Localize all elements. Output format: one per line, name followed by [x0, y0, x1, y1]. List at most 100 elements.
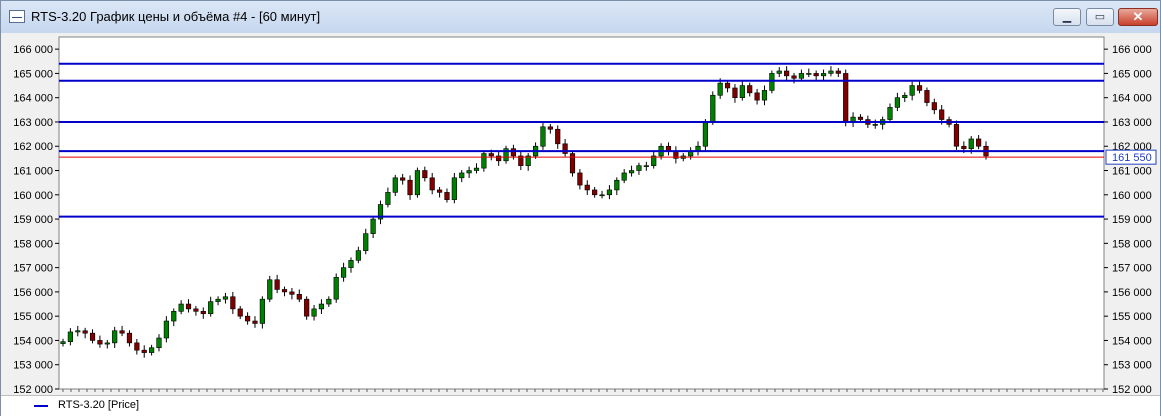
- candle-body: [636, 165, 642, 171]
- candle-body: [976, 138, 982, 147]
- candle-body: [968, 138, 974, 149]
- candle-body: [436, 189, 443, 193]
- y-tick-label-left: 154 000: [13, 335, 53, 347]
- candle-body: [429, 177, 435, 191]
- candle-body: [112, 330, 118, 344]
- candle-body: [953, 124, 960, 147]
- minimize-button[interactable]: ▁: [1053, 8, 1081, 26]
- candle-body: [444, 192, 450, 200]
- candle-body: [628, 170, 635, 174]
- candle-body: [341, 267, 347, 278]
- maximize-button[interactable]: ▭: [1086, 8, 1114, 26]
- chart-window-icon: [9, 10, 25, 23]
- legend-series-line: [34, 405, 48, 407]
- legend-series-label: RTS-3.20 [Price]: [58, 399, 140, 411]
- y-tick-label-left: 164 000: [13, 93, 53, 105]
- y-tick-label-right: 157 000: [1112, 263, 1152, 275]
- candle-body: [215, 298, 221, 302]
- y-tick-label-right: 154 000: [1112, 335, 1152, 347]
- candle-body: [643, 165, 649, 167]
- candle-body: [791, 75, 797, 79]
- candle-body: [835, 70, 841, 74]
- candle-body: [584, 184, 590, 191]
- candle-body: [407, 179, 413, 196]
- candle-body: [813, 73, 819, 77]
- candle-body: [245, 315, 251, 322]
- candle-body: [311, 308, 317, 317]
- y-tick-label-left: 163 000: [13, 117, 53, 129]
- candle-body: [134, 342, 140, 351]
- candle-body: [710, 94, 716, 123]
- y-tick-label-right: 155 000: [1112, 311, 1152, 323]
- candle-body: [230, 296, 236, 310]
- candle-body: [820, 73, 827, 77]
- y-tick-label-left: 156 000: [13, 287, 53, 299]
- candle-body: [924, 90, 930, 103]
- y-tick-label-right: 163 000: [1112, 117, 1152, 129]
- candle-body: [569, 153, 576, 174]
- candle-body: [149, 347, 155, 353]
- candle-body: [909, 85, 915, 96]
- candle-body: [451, 177, 457, 200]
- candle-body: [304, 298, 310, 317]
- candle-body: [126, 332, 133, 344]
- candle-body: [459, 172, 465, 179]
- candle-body: [104, 342, 110, 345]
- candle-body: [510, 148, 517, 157]
- candle-body: [363, 233, 369, 251]
- y-tick-label-right: 152 000: [1112, 384, 1152, 395]
- candle-body: [488, 153, 494, 157]
- candle-body: [259, 298, 265, 324]
- candle-body: [614, 179, 620, 191]
- candle-body: [887, 107, 893, 120]
- candle-body: [348, 260, 354, 268]
- candle-body: [754, 92, 760, 101]
- y-tick-label-right: 153 000: [1112, 360, 1152, 372]
- y-tick-label-right: 164 000: [1112, 93, 1152, 105]
- candle-body: [385, 192, 391, 205]
- candle-body: [75, 330, 81, 333]
- candle-body: [163, 320, 169, 339]
- candle-body: [784, 70, 790, 77]
- y-tick-label-right: 165 000: [1112, 68, 1152, 80]
- y-tick-label-left: 153 000: [13, 360, 53, 372]
- candle-body: [318, 303, 325, 310]
- candle-body: [776, 70, 782, 74]
- candle-body: [171, 311, 177, 322]
- candle-body: [281, 289, 288, 293]
- candle-body: [392, 177, 398, 193]
- candle-body: [555, 128, 561, 145]
- y-tick-label-right: 158 000: [1112, 238, 1152, 250]
- candle-body: [761, 90, 768, 101]
- close-button[interactable]: ✕: [1118, 8, 1158, 26]
- candle-body: [60, 341, 66, 344]
- candle-body: [289, 291, 295, 295]
- window-title: RTS-3.20 График цены и объёма #4 - [60 м…: [31, 9, 321, 24]
- candle-body: [599, 194, 605, 197]
- candle-body: [606, 189, 613, 196]
- y-tick-label-left: 161 000: [13, 166, 53, 178]
- candle-body: [414, 170, 421, 196]
- candle-body: [828, 70, 834, 74]
- candle-body: [739, 85, 745, 98]
- candle-body: [769, 73, 775, 91]
- candle-body: [400, 177, 406, 181]
- candle-body: [577, 172, 583, 186]
- y-tick-label-left: 158 000: [13, 238, 53, 250]
- y-tick-label-right: 156 000: [1112, 287, 1152, 299]
- y-tick-label-left: 160 000: [13, 190, 53, 202]
- candle-body: [178, 303, 184, 312]
- price-chart-area[interactable]: 152 000 152 000 153 000 153 000 154 000 154 0…: [1, 33, 1160, 396]
- candle-body: [902, 94, 908, 98]
- candle-body: [274, 279, 280, 290]
- title-bar[interactable]: RTS-3.20 График цены и объёма #4 - [60 м…: [1, 1, 1160, 33]
- candle-body: [916, 85, 923, 91]
- price-chart[interactable]: 152 000 152 000 153 000 153 000 154 000 154 0…: [1, 33, 1160, 396]
- candle-body: [141, 349, 147, 353]
- y-tick-label-right: 161 000: [1112, 166, 1152, 178]
- plot-area: [58, 36, 1105, 390]
- candle-body: [333, 277, 339, 300]
- candle-body: [702, 121, 708, 147]
- y-tick-label-right: 166 000: [1112, 44, 1152, 56]
- candle-body: [747, 85, 753, 94]
